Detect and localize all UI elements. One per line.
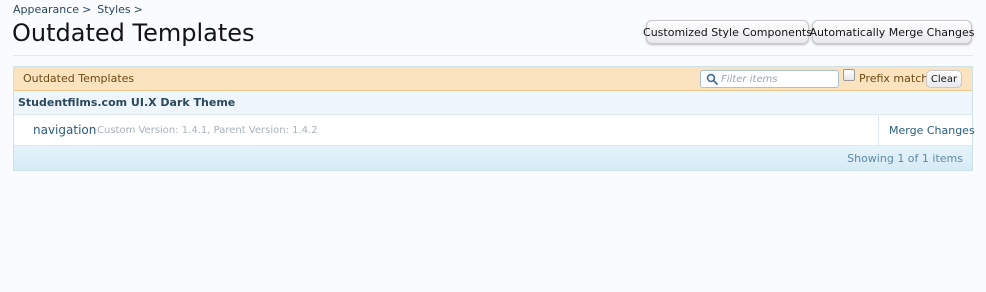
automatically-merge-changes-button[interactable]: Automatically Merge Changes (810, 20, 974, 44)
list-header-label: Outdated Templates (23, 72, 135, 85)
filter-input[interactable] (721, 73, 836, 85)
customized-style-components-button[interactable]: Customized Style Components (643, 20, 812, 44)
clear-filter-button[interactable]: Clear (926, 70, 962, 88)
outdated-templates-list: Outdated Templates Prefix match Clear St… (13, 66, 975, 171)
prefix-match-label: Prefix match (859, 72, 929, 85)
title-divider (13, 55, 973, 56)
list-footer: Showing 1 of 1 items (14, 146, 972, 170)
row-divider (878, 115, 879, 145)
item-count: Showing 1 of 1 items (847, 152, 963, 165)
template-version-info: Custom Version: 1.4.1, Parent Version: 1… (97, 125, 318, 136)
list-header: Outdated Templates Prefix match Clear (14, 67, 972, 91)
breadcrumb-item-appearance[interactable]: Appearance (13, 3, 79, 16)
list-item: navigation Custom Version: 1.4.1, Parent… (14, 115, 975, 146)
breadcrumb-separator: > (133, 3, 143, 16)
prefix-match-checkbox[interactable] (843, 69, 855, 81)
template-name-link[interactable]: navigation (33, 123, 96, 137)
filter-box[interactable] (700, 70, 839, 88)
style-group-heading: Studentfilms.com UI.X Dark Theme (14, 91, 972, 115)
page: Appearance > Styles > Outdated Templates Cu… (0, 0, 986, 292)
search-icon (706, 73, 718, 85)
page-title: Outdated Templates (12, 19, 255, 47)
breadcrumb-item-styles[interactable]: Styles (97, 3, 130, 16)
breadcrumb-separator: > (82, 3, 92, 16)
breadcrumb: Appearance > Styles > (13, 3, 149, 16)
merge-changes-link[interactable]: Merge Changes (889, 124, 975, 137)
